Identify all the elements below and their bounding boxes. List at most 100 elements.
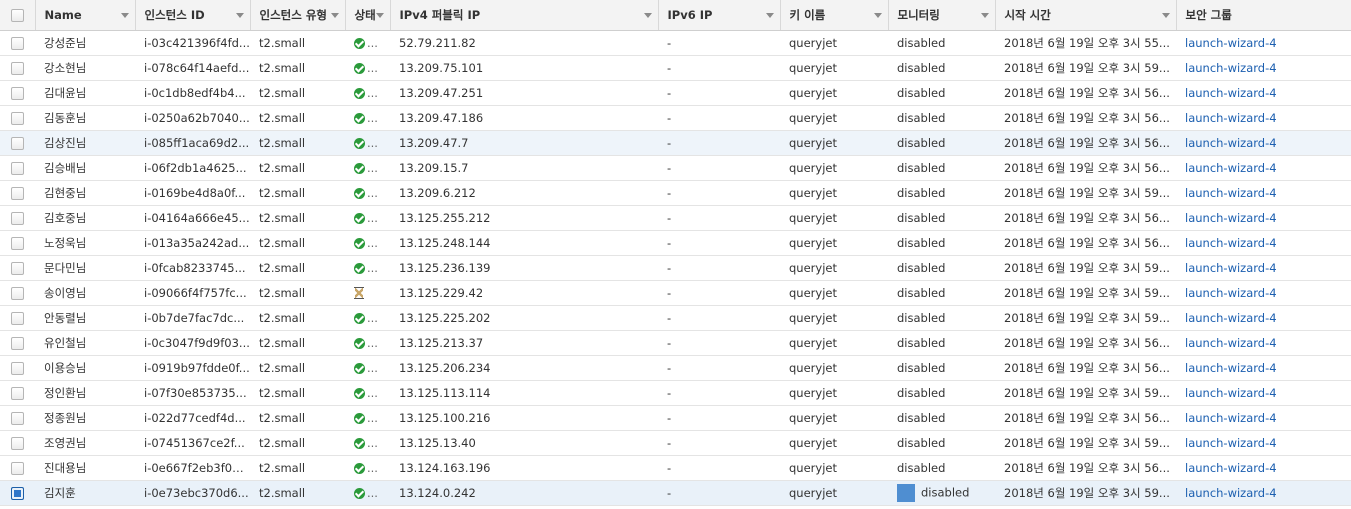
row-checkbox[interactable] xyxy=(11,61,24,75)
header-instance-id[interactable]: 인스턴스 ID xyxy=(135,0,251,31)
security-group-link[interactable]: launch-wizard-4 xyxy=(1185,161,1277,175)
security-group-link[interactable]: launch-wizard-4 xyxy=(1185,361,1277,375)
cell-instance-id: i-013a35a242ad... xyxy=(144,235,250,250)
row-checkbox[interactable] xyxy=(11,286,24,300)
row-checkbox-cell[interactable] xyxy=(0,480,35,505)
security-group-link[interactable]: launch-wizard-4 xyxy=(1185,236,1277,250)
security-group-link[interactable]: launch-wizard-4 xyxy=(1185,486,1277,500)
row-checkbox[interactable] xyxy=(11,211,24,225)
table-row[interactable]: 진대용님 i-0e667f2eb3f0e... t2.small... 13.124.… xyxy=(0,455,1351,480)
row-checkbox-cell[interactable] xyxy=(0,180,35,205)
header-launch-time[interactable]: 시작 시간 xyxy=(995,0,1177,31)
table-row[interactable]: 노정욱님 i-013a35a242ad... t2.small... 13.125.2… xyxy=(0,230,1351,255)
security-group-link[interactable]: launch-wizard-4 xyxy=(1185,386,1277,400)
header-security-group[interactable]: 보안 그룹 xyxy=(1176,0,1351,31)
table-row[interactable]: 이용승님 i-0919b97fdde0f... t2.small... 13.125.… xyxy=(0,355,1351,380)
security-group-link[interactable]: launch-wizard-4 xyxy=(1185,336,1277,350)
sort-caret-icon[interactable] xyxy=(235,12,244,18)
header-key-name[interactable]: 키 이름 xyxy=(780,0,889,31)
table-row[interactable]: 김동훈님 i-0250a62b7040... t2.small... 13.209.4… xyxy=(0,105,1351,130)
header-ipv4[interactable]: IPv4 퍼블릭 IP xyxy=(390,0,659,31)
table-row[interactable]: 김상진님 i-085ff1aca69d2... t2.small... 13.209.… xyxy=(0,130,1351,155)
table-row[interactable]: 송이영님 i-09066f4f757fc... t2.small 13.125.229… xyxy=(0,280,1351,305)
table-row[interactable]: 강소현님 i-078c64f14aefd... t2.small... 13.209.… xyxy=(0,55,1351,80)
row-checkbox-cell[interactable] xyxy=(0,230,35,255)
cell-security-group: launch-wizard-4 xyxy=(1176,105,1351,130)
sort-caret-icon[interactable] xyxy=(765,12,774,18)
row-checkbox-cell[interactable] xyxy=(0,330,35,355)
table-row[interactable]: 김호중님 i-04164a666e45... t2.small... 13.125.2… xyxy=(0,205,1351,230)
select-all-checkbox-cell[interactable] xyxy=(0,0,36,31)
row-checkbox[interactable] xyxy=(11,361,24,375)
sort-caret-icon[interactable] xyxy=(643,12,652,18)
sort-caret-icon[interactable] xyxy=(330,12,339,18)
security-group-link[interactable]: launch-wizard-4 xyxy=(1185,111,1277,125)
header-instance-type[interactable]: 인스턴스 유형 xyxy=(250,0,346,31)
security-group-link[interactable]: launch-wizard-4 xyxy=(1185,286,1277,300)
table-row[interactable]: 강성준님 i-03c421396f4fd... t2.small... 52.79.2… xyxy=(0,30,1351,55)
row-checkbox-cell[interactable] xyxy=(0,255,35,280)
row-checkbox-cell[interactable] xyxy=(0,155,35,180)
row-checkbox-cell[interactable] xyxy=(0,305,35,330)
row-checkbox[interactable] xyxy=(11,411,24,425)
table-row[interactable]: 김현중님 i-0169be4d8a0f... t2.small... 13.209.6… xyxy=(0,180,1351,205)
row-checkbox-cell[interactable] xyxy=(0,105,35,130)
row-checkbox-cell[interactable] xyxy=(0,130,35,155)
row-checkbox[interactable] xyxy=(11,386,24,400)
table-row[interactable]: 김지훈 i-0e73ebc370d6... t2.small... 13.124.0.… xyxy=(0,480,1351,505)
row-checkbox[interactable] xyxy=(11,486,24,500)
security-group-link[interactable]: launch-wizard-4 xyxy=(1185,186,1277,200)
row-checkbox-cell[interactable] xyxy=(0,280,35,305)
row-checkbox-cell[interactable] xyxy=(0,405,35,430)
row-checkbox[interactable] xyxy=(11,336,24,350)
security-group-link[interactable]: launch-wizard-4 xyxy=(1185,136,1277,150)
table-row[interactable]: 유인철님 i-0c3047f9d9f03... t2.small... 13.125.… xyxy=(0,330,1351,355)
select-all-checkbox[interactable] xyxy=(10,8,24,22)
security-group-link[interactable]: launch-wizard-4 xyxy=(1185,86,1277,100)
row-checkbox[interactable] xyxy=(11,136,24,150)
row-checkbox-cell[interactable] xyxy=(0,80,35,105)
row-checkbox[interactable] xyxy=(11,36,24,50)
table-row[interactable]: 김대윤님 i-0c1db8edf4b4... t2.small... 13.209.4… xyxy=(0,80,1351,105)
row-checkbox-cell[interactable] xyxy=(0,30,35,55)
row-checkbox[interactable] xyxy=(11,236,24,250)
security-group-link[interactable]: launch-wizard-4 xyxy=(1185,411,1277,425)
sort-caret-icon[interactable] xyxy=(873,12,882,18)
security-group-link[interactable]: launch-wizard-4 xyxy=(1185,36,1277,50)
table-row[interactable]: 안동렬님 i-0b7de7fac7dc... t2.small... 13.125.2… xyxy=(0,305,1351,330)
sort-caret-icon[interactable] xyxy=(120,12,129,18)
sort-caret-icon[interactable] xyxy=(980,12,989,18)
table-row[interactable]: 문다민님 i-0fcab8233745... t2.small... 13.125.2… xyxy=(0,255,1351,280)
security-group-link[interactable]: launch-wizard-4 xyxy=(1185,261,1277,275)
row-checkbox-cell[interactable] xyxy=(0,355,35,380)
row-checkbox[interactable] xyxy=(11,261,24,275)
row-checkbox-cell[interactable] xyxy=(0,380,35,405)
row-checkbox[interactable] xyxy=(11,161,24,175)
row-checkbox[interactable] xyxy=(11,86,24,100)
row-checkbox-cell[interactable] xyxy=(0,455,35,480)
table-row[interactable]: 정종원님 i-022d77cedf4d... t2.small... 13.125.1… xyxy=(0,405,1351,430)
header-state[interactable]: 상태 xyxy=(345,0,391,31)
security-group-link[interactable]: launch-wizard-4 xyxy=(1185,61,1277,75)
header-monitoring[interactable]: 모니터링 xyxy=(888,0,996,31)
table-row[interactable]: 김승배님 i-06f2db1a4625... t2.small... 13.209.1… xyxy=(0,155,1351,180)
table-row[interactable]: 조영권님 i-07451367ce2f... t2.small... 13.125.1… xyxy=(0,430,1351,455)
header-ipv6[interactable]: IPv6 IP xyxy=(658,0,781,31)
row-checkbox[interactable] xyxy=(11,186,24,200)
table-row[interactable]: 정인환님 i-07f30e853735... t2.small... 13.125.1… xyxy=(0,380,1351,405)
sort-caret-icon[interactable] xyxy=(375,12,384,18)
security-group-link[interactable]: launch-wizard-4 xyxy=(1185,436,1277,450)
row-checkbox[interactable] xyxy=(11,311,24,325)
row-checkbox-cell[interactable] xyxy=(0,205,35,230)
security-group-link[interactable]: launch-wizard-4 xyxy=(1185,311,1277,325)
security-group-link[interactable]: launch-wizard-4 xyxy=(1185,211,1277,225)
cell-security-group: launch-wizard-4 xyxy=(1176,455,1351,480)
header-name[interactable]: Name xyxy=(35,0,136,31)
row-checkbox[interactable] xyxy=(11,111,24,125)
security-group-link[interactable]: launch-wizard-4 xyxy=(1185,461,1277,475)
row-checkbox-cell[interactable] xyxy=(0,430,35,455)
row-checkbox-cell[interactable] xyxy=(0,55,35,80)
row-checkbox[interactable] xyxy=(11,436,24,450)
row-checkbox[interactable] xyxy=(11,461,24,475)
sort-caret-icon[interactable] xyxy=(1161,12,1170,18)
